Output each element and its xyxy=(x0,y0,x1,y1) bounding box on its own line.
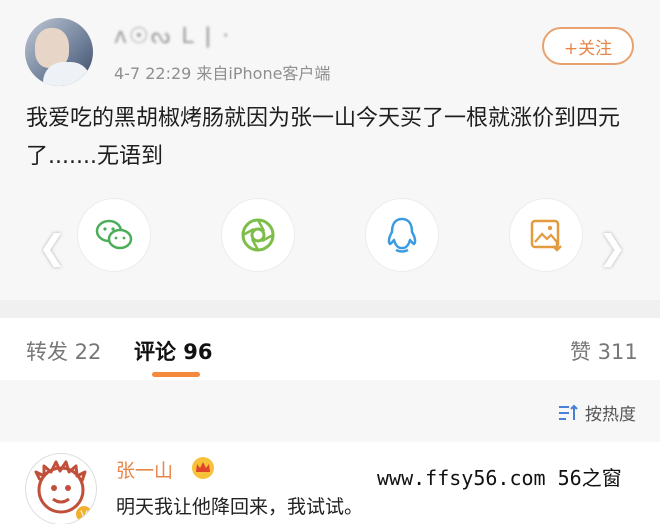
avatar-shirt xyxy=(43,62,91,86)
sort-bar: 按热度 xyxy=(0,380,660,442)
interaction-tabs: 转发 22 评论 96 赞 311 xyxy=(0,318,660,380)
monkey-avatar-icon: V xyxy=(34,460,92,522)
active-tab-indicator xyxy=(152,372,200,377)
moments-share-button[interactable] xyxy=(222,199,294,271)
poster-username[interactable]: ᴧ☉ᔓ ᒪ ǀ · xyxy=(114,24,231,49)
save-image-icon xyxy=(530,219,562,252)
svg-text:V: V xyxy=(80,509,88,521)
sort-label: 按热度 xyxy=(585,405,636,425)
tab-comments[interactable]: 评论 96 xyxy=(134,336,213,366)
chevron-right-icon[interactable]: ❯ xyxy=(598,231,627,265)
crown-badge-icon xyxy=(190,456,216,484)
moments-icon xyxy=(241,218,275,252)
poster-avatar[interactable] xyxy=(25,18,93,86)
save-image-share-button[interactable] xyxy=(510,199,582,271)
comment-text: 明天我让他降回来，我试试。 xyxy=(116,496,364,518)
qq-share-button[interactable] xyxy=(366,199,438,271)
share-bar: ❮ ❯ xyxy=(0,195,660,275)
sort-icon xyxy=(559,404,578,420)
post-content: 我爱吃的黑胡椒烤肠就因为张一山今天买了一根就涨价到四元了.......无语到 xyxy=(26,106,621,169)
wechat-icon xyxy=(95,219,133,250)
chevron-left-icon[interactable]: ❮ xyxy=(38,231,67,265)
section-divider xyxy=(0,300,660,318)
post-card: ᴧ☉ᔓ ᒪ ǀ · 4-7 22:29 来自iPhone客户端 +关注 我爱吃的… xyxy=(0,0,660,300)
post-meta: 4-7 22:29 来自iPhone客户端 xyxy=(114,64,331,83)
sort-by-hot-button[interactable]: 按热度 xyxy=(557,400,636,425)
commenter-name[interactable]: 张一山 xyxy=(116,456,173,483)
tab-repost[interactable]: 转发 22 xyxy=(26,336,101,366)
watermark: www.ffsy56.com 56之窗 xyxy=(373,462,626,491)
follow-button[interactable]: +关注 xyxy=(542,27,634,65)
tab-likes[interactable]: 赞 311 xyxy=(570,336,638,366)
qq-icon xyxy=(387,217,417,253)
wechat-share-button[interactable] xyxy=(78,199,150,271)
commenter-avatar[interactable]: V xyxy=(26,454,96,524)
